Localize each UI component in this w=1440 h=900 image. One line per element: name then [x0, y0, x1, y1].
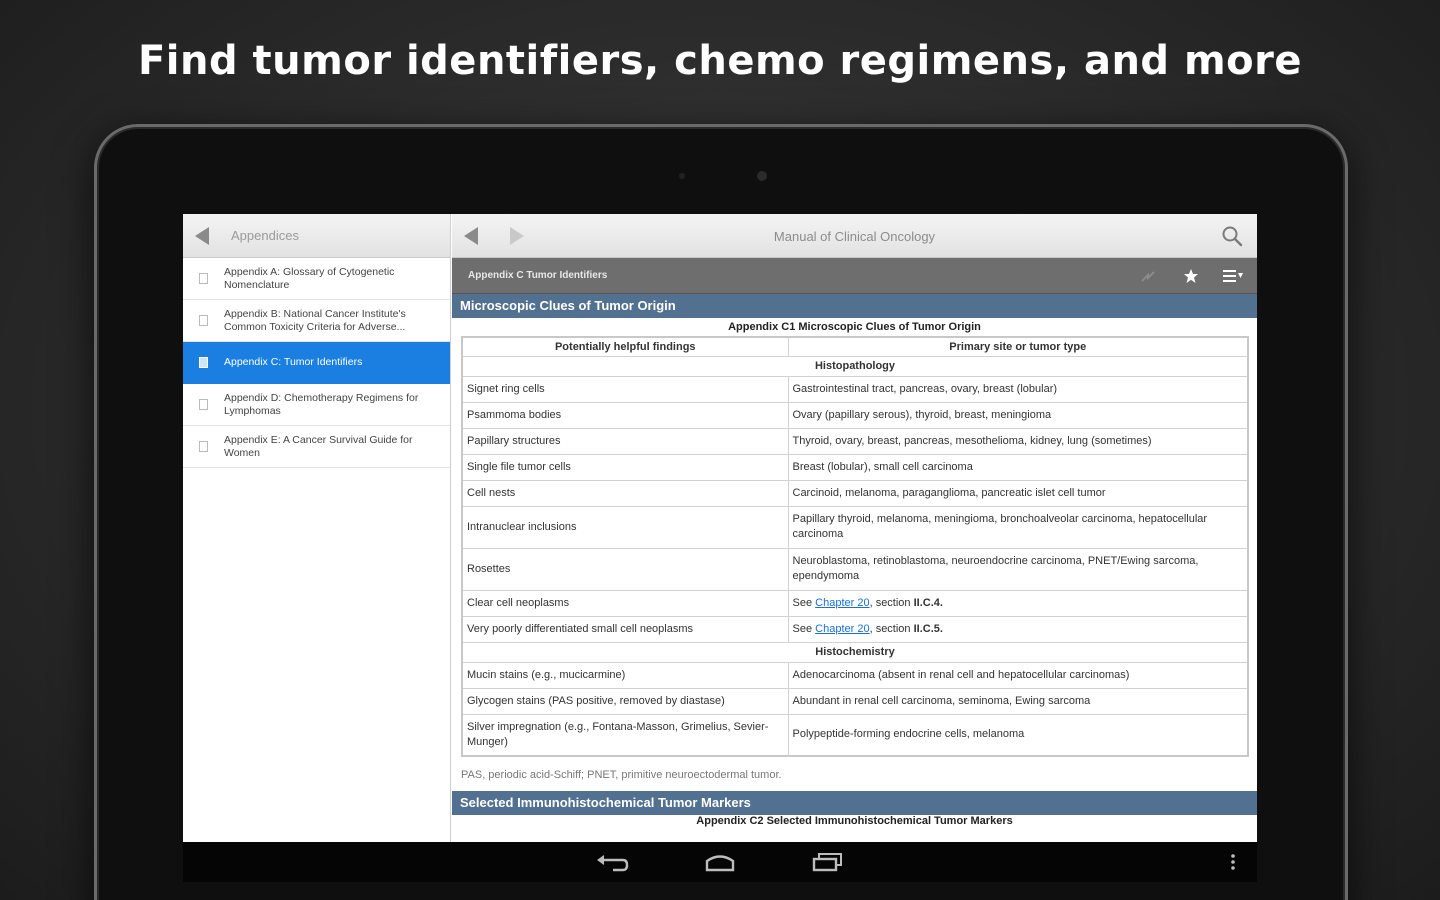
- table-cell: Intranuclear inclusions: [461, 505, 789, 549]
- chapter-link[interactable]: Chapter 20: [815, 597, 869, 609]
- document-icon: [199, 441, 208, 452]
- section-text: , section: [869, 596, 914, 609]
- table-cell: Polypeptide-forming endocrine cells, mel…: [787, 713, 1249, 757]
- table-caption: Appendix C1 Microscopic Clues of Tumor O…: [728, 321, 981, 333]
- appendix-list: Appendix A: Glossary of Cytogenetic Nome…: [183, 258, 450, 468]
- back-nav-icon[interactable]: [595, 852, 629, 872]
- overflow-menu-icon[interactable]: [1229, 852, 1237, 872]
- section-number: II.C.5.: [913, 622, 943, 635]
- sidebar-item-label: Appendix D: Chemotherapy Regimens for Ly…: [224, 391, 419, 417]
- group-row-histochemistry: Histochemistry: [461, 641, 1249, 663]
- see-text: See: [792, 622, 816, 635]
- content-pane: Manual of Clinical Oncology Appendix C T…: [452, 214, 1257, 842]
- system-nav-bar: [183, 842, 1257, 882]
- section-title-immunohistochemical: Selected Immunohistochemical Tumor Marke…: [452, 791, 1257, 815]
- table-cell: Signet ring cells: [461, 375, 789, 403]
- appendices-sidebar: Appendices Appendix A: Glossary of Cytog…: [183, 214, 451, 842]
- table-row: Clear cell neoplasms See Chapter 20, sect…: [461, 589, 1249, 617]
- table-row: Very poorly differentiated small cell ne…: [461, 615, 1249, 643]
- table-row: Glycogen stains (PAS positive, removed b…: [461, 687, 1249, 715]
- table-row: Intranuclear inclusions Papillary thyroid…: [461, 505, 1249, 549]
- table-cell: Glycogen stains (PAS positive, removed b…: [461, 687, 789, 715]
- headline: Find tumor identifiers, chemo regimens, …: [137, 38, 1303, 84]
- table-cell: Mucin stains (e.g., mucicarmine): [461, 661, 789, 689]
- sidebar-item-label: Appendix E: A Cancer Survival Guide for …: [224, 433, 413, 459]
- table-cell: Carcinoid, melanoma, paraganglioma, panc…: [787, 479, 1249, 507]
- document-icon: [199, 273, 208, 284]
- sidebar-header: Appendices: [183, 214, 450, 258]
- home-icon[interactable]: [703, 852, 737, 872]
- table-row: Cell nests Carcinoid, melanoma, paragangl…: [461, 479, 1249, 507]
- share-icon[interactable]: [1140, 269, 1156, 283]
- group-row-histopathology: Histopathology: [461, 355, 1249, 377]
- table-row: Psammoma bodies Ovary (papillary serous),…: [461, 401, 1249, 429]
- table-cell: See Chapter 20, section II.C.4.: [787, 589, 1249, 617]
- recents-icon[interactable]: [811, 852, 845, 872]
- book-title: Manual of Clinical Oncology: [773, 229, 936, 244]
- table-cell: Abundant in renal cell carcinoma, semino…: [787, 687, 1249, 715]
- sidebar-item-appendix-e[interactable]: Appendix E: A Cancer Survival Guide for …: [183, 426, 450, 468]
- table-cell: Single file tumor cells: [461, 453, 789, 481]
- table-cell: Breast (lobular), small cell carcinoma: [787, 453, 1249, 481]
- back-arrow-icon[interactable]: [195, 226, 209, 245]
- table-row: Signet ring cells Gastrointestinal tract,…: [461, 375, 1249, 403]
- table-cell: Adenocarcinoma (absent in renal cell and…: [787, 661, 1249, 689]
- table-row: Mucin stains (e.g., mucicarmine) Adenocar…: [461, 661, 1249, 689]
- star-icon[interactable]: [1183, 268, 1199, 284]
- table-cell: Thyroid, ovary, breast, pancreas, mesoth…: [787, 427, 1249, 455]
- table-cell: See Chapter 20, section II.C.5.: [787, 615, 1249, 643]
- sensor-dot: [679, 173, 685, 179]
- chapter-toolbar: Appendix C Tumor Identifiers: [452, 258, 1257, 294]
- section-text: , section: [869, 622, 914, 635]
- table-cell: Ovary (papillary serous), thyroid, breas…: [787, 401, 1249, 429]
- camera-icon: [757, 171, 767, 181]
- document-icon: [199, 399, 208, 410]
- table-header-row: Potentially helpful findings Primary sit…: [461, 336, 1249, 357]
- table-row: Papillary structures Thyroid, ovary, brea…: [461, 427, 1249, 455]
- table-cell: Papillary structures: [461, 427, 789, 455]
- column-header-findings: Potentially helpful findings: [461, 336, 789, 357]
- sidebar-title: Appendices: [231, 228, 299, 243]
- table-footnote: PAS, periodic acid-Schiff; PNET, primiti…: [461, 769, 782, 781]
- toc-icon[interactable]: [1222, 268, 1244, 284]
- sidebar-item-label: Appendix B: National Cancer Institute's …: [224, 307, 406, 333]
- table-cell: Very poorly differentiated small cell ne…: [461, 615, 789, 643]
- chapter-title: Appendix C Tumor Identifiers: [468, 270, 608, 281]
- search-icon[interactable]: [1221, 225, 1243, 247]
- document-icon: [199, 357, 208, 368]
- sidebar-item-label: Appendix A: Glossary of Cytogenetic Nome…: [224, 265, 395, 291]
- sidebar-item-label: Appendix C: Tumor Identifiers: [224, 356, 363, 368]
- table-cell: Silver impregnation (e.g., Fontana-Masso…: [461, 713, 789, 757]
- chapter-link[interactable]: Chapter 20: [815, 623, 869, 635]
- sidebar-item-appendix-a[interactable]: Appendix A: Glossary of Cytogenetic Nome…: [183, 258, 450, 300]
- table-row: Rosettes Neuroblastoma, retinoblastoma, n…: [461, 547, 1249, 591]
- table-cell: Rosettes: [461, 547, 789, 591]
- sidebar-item-appendix-d[interactable]: Appendix D: Chemotherapy Regimens for Ly…: [183, 384, 450, 426]
- table-cell: Neuroblastoma, retinoblastoma, neuroendo…: [787, 547, 1249, 591]
- table-cell: Gastrointestinal tract, pancreas, ovary,…: [787, 375, 1249, 403]
- group-label: Histopathology: [461, 355, 1249, 377]
- document-icon: [199, 315, 208, 326]
- see-text: See: [792, 596, 816, 609]
- table-row: Single file tumor cells Breast (lobular),…: [461, 453, 1249, 481]
- table-row: Silver impregnation (e.g., Fontana-Masso…: [461, 713, 1249, 757]
- table-cell: Papillary thyroid, melanoma, meningioma,…: [787, 505, 1249, 549]
- section-title-microscopic: Microscopic Clues of Tumor Origin: [452, 294, 1257, 318]
- group-label: Histochemistry: [461, 641, 1249, 663]
- table-cell: Clear cell neoplasms: [461, 589, 789, 617]
- tumor-origin-table: Potentially helpful findings Primary sit…: [461, 336, 1249, 757]
- column-header-site: Primary site or tumor type: [787, 336, 1249, 357]
- section-number: II.C.4.: [913, 596, 943, 609]
- sidebar-item-appendix-b[interactable]: Appendix B: National Cancer Institute's …: [183, 300, 450, 342]
- content-header: Manual of Clinical Oncology: [452, 214, 1257, 258]
- table-caption-2: Appendix C2 Selected Immunohistochemical…: [696, 815, 1013, 827]
- sidebar-item-appendix-c[interactable]: Appendix C: Tumor Identifiers: [183, 342, 450, 384]
- table-cell: Cell nests: [461, 479, 789, 507]
- table-cell: Psammoma bodies: [461, 401, 789, 429]
- app-screen: Appendices Appendix A: Glossary of Cytog…: [183, 214, 1257, 882]
